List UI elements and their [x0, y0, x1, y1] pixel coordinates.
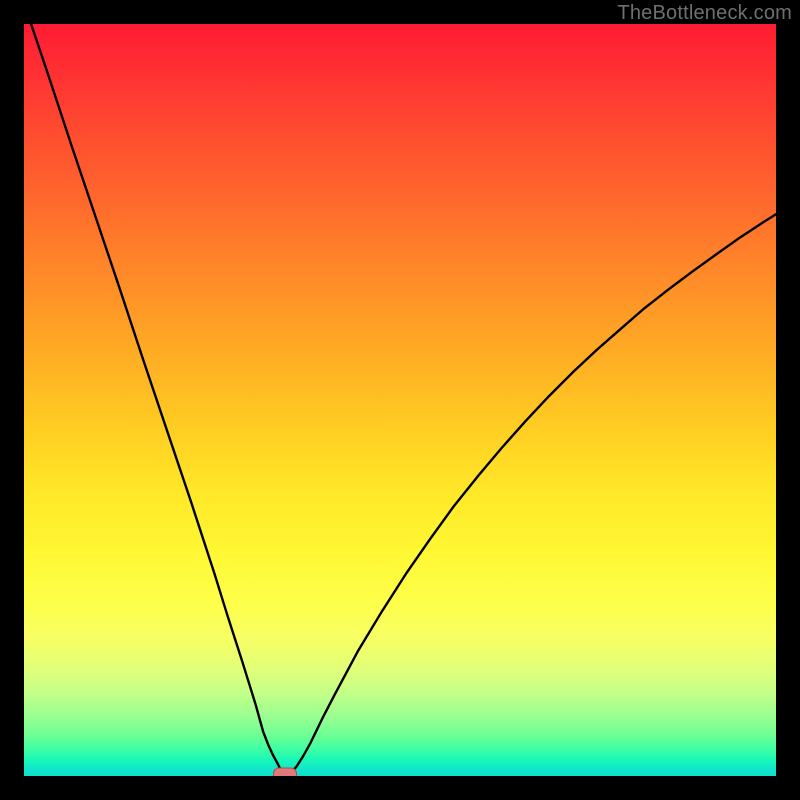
plot-area [24, 24, 776, 776]
bottleneck-curve [24, 24, 776, 773]
optimal-marker [273, 767, 297, 776]
curve-svg [24, 24, 776, 776]
chart-frame: TheBottleneck.com [0, 0, 800, 800]
attribution-label: TheBottleneck.com [617, 2, 792, 25]
